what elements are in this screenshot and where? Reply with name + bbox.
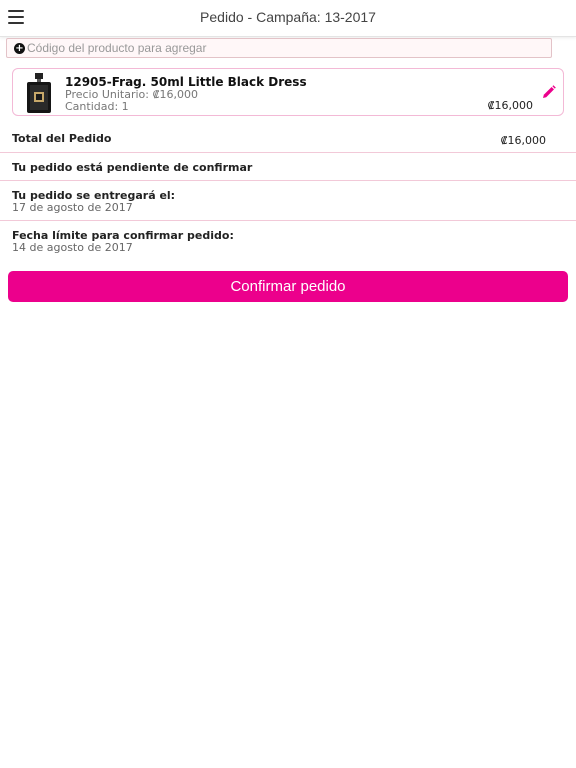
confirm-deadline-value: 14 de agosto de 2017 xyxy=(12,241,133,254)
product-code-input[interactable] xyxy=(27,39,547,57)
confirm-order-button[interactable]: Confirmar pedido xyxy=(8,271,568,302)
perfume-bottle-icon xyxy=(27,73,51,113)
app-header: Pedido - Campaña: 13-2017 xyxy=(0,0,576,37)
product-name: 12905-Frag. 50ml Little Black Dress xyxy=(65,75,307,89)
delivery-date-value: 17 de agosto de 2017 xyxy=(12,201,133,214)
order-total-label: Total del Pedido xyxy=(12,132,112,145)
add-circle-icon: + xyxy=(14,43,25,54)
product-line-total: ₡16,000 xyxy=(487,99,534,112)
delivery-date-row: Tu pedido se entregará el: 17 de agosto … xyxy=(0,181,576,221)
order-status-text: Tu pedido está pendiente de confirmar xyxy=(12,161,253,174)
pencil-edit-icon[interactable] xyxy=(542,85,556,99)
product-code-search[interactable]: + xyxy=(6,38,552,58)
page-title: Pedido - Campaña: 13-2017 xyxy=(200,9,376,25)
order-total-value: ₡16,000 xyxy=(500,134,547,147)
order-total-row: Total del Pedido ₡16,000 xyxy=(0,124,576,153)
product-quantity: Cantidad: 1 xyxy=(65,100,129,113)
confirm-deadline-row: Fecha límite para confirmar pedido: 14 d… xyxy=(0,221,576,261)
order-status-row: Tu pedido está pendiente de confirmar xyxy=(0,153,576,181)
order-item-card[interactable]: 12905-Frag. 50ml Little Black Dress Prec… xyxy=(12,68,564,116)
